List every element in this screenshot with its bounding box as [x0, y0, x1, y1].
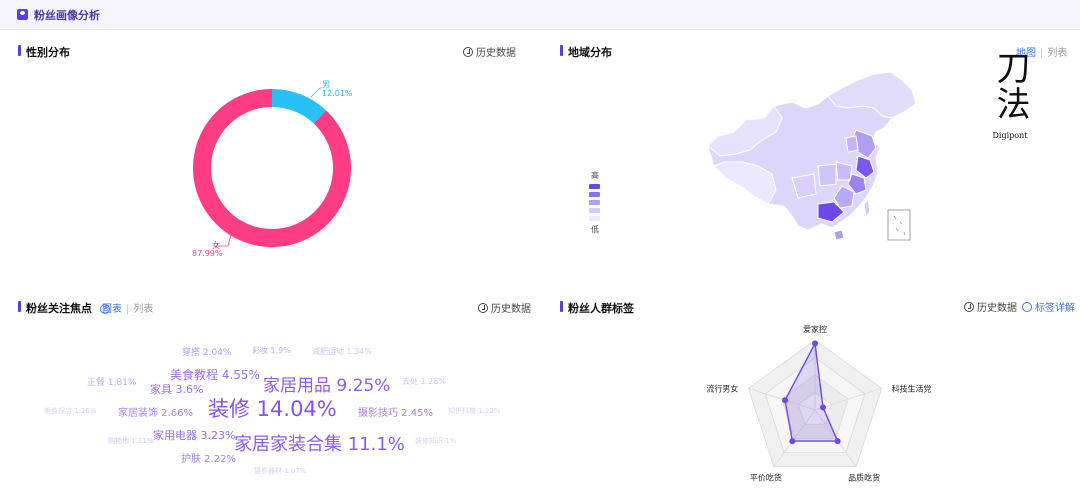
top-bar: 粉丝画像分析	[0, 0, 1080, 30]
word-cloud-item: 减肥运动 1.34%	[312, 347, 372, 356]
radar-chart: 爱家控 科技生活党 品质吃货 平价吃货 流行男女	[706, 324, 932, 483]
radar-data-point[interactable]	[782, 397, 789, 404]
word-cloud-item: 去处 1.26%	[402, 377, 446, 386]
focus-history-button[interactable]: 历史数据	[478, 300, 531, 315]
legend-low-label: 低	[591, 225, 599, 234]
focus-chart-tab[interactable]: 图表	[102, 304, 122, 315]
map-region-hebei	[845, 135, 859, 153]
word-cloud-item: 购物地 1.21%	[108, 437, 154, 445]
word-cloud-item: 彩妆 1.9%	[252, 346, 291, 355]
radar-axis-label: 品质吃货	[848, 473, 880, 483]
donut-slice-male[interactable]	[271, 89, 327, 124]
map-south-sea-islands	[893, 215, 906, 236]
male-percent: 12.01%	[322, 89, 353, 98]
word-cloud-item: 家用电器 3.23%	[153, 429, 236, 442]
gender-history-label: 历史数据	[476, 48, 516, 59]
word-cloud-item: 家居装饰 2.66%	[118, 408, 193, 419]
tag-detail-link[interactable]: 标签详解	[1022, 299, 1075, 314]
watermark-brand: Digipont	[992, 131, 1028, 140]
history-icon	[478, 302, 488, 313]
region-list-tab[interactable]: 列表	[1047, 48, 1067, 59]
china-map	[707, 71, 917, 241]
radar-axis-label: 爱家控	[803, 324, 827, 334]
male-label: 男	[322, 80, 330, 89]
word-cloud-item: 穿搭 2.04%	[182, 348, 232, 358]
map-region-hainan	[833, 229, 845, 241]
history-icon	[964, 301, 974, 312]
legend-high-label: 高	[591, 171, 599, 180]
legend-swatch	[589, 200, 600, 205]
word-cloud-item: 家居家装合集 11.1%	[234, 434, 405, 455]
word-cloud-item: 摄影技巧 2.45%	[358, 408, 433, 419]
legend-swatch	[589, 192, 600, 197]
watermark-chars: 刀法	[990, 50, 1030, 129]
donut-slice-female[interactable]	[193, 89, 351, 247]
female-percent: 87.99%	[192, 249, 223, 258]
focus-list-tab[interactable]: 列表	[133, 304, 153, 315]
focus-title-text: 粉丝关注焦点	[26, 302, 92, 315]
gender-history-button[interactable]: 历史数据	[463, 44, 516, 59]
page-title: 粉丝画像分析	[34, 9, 100, 22]
map-region-hubei	[817, 163, 837, 187]
map-region-taiwan	[863, 198, 871, 218]
radar-axis-label: 科技生活党	[892, 383, 932, 393]
legend-swatch	[589, 184, 600, 189]
word-cloud-item: 摄影器材 1.07%	[254, 467, 307, 475]
tag-detail-label: 标签详解	[1035, 303, 1075, 314]
profile-icon	[17, 9, 28, 20]
history-icon	[463, 46, 473, 57]
legend-swatch	[589, 216, 600, 221]
region-legend: 高 低	[588, 170, 602, 235]
focus-history-label: 历史数据	[491, 304, 531, 315]
word-cloud-item: 装修知识 1%	[415, 437, 457, 445]
legend-swatch	[589, 208, 600, 213]
radar-data-point[interactable]	[834, 438, 841, 445]
gender-donut-chart: 男 12.01% 女 87.99%	[192, 80, 353, 258]
watermark-glyphs: 刀法	[990, 50, 1030, 122]
info-icon	[1022, 301, 1032, 312]
word-cloud-item: 知识科普 1.12%	[448, 407, 501, 415]
focus-section-title: 粉丝关注焦点 ?	[18, 300, 110, 316]
tags-history-button[interactable]: 历史数据	[964, 299, 1017, 314]
word-cloud-item: 家具 3.6%	[150, 383, 204, 396]
word-cloud-item: 美食探店 1.16%	[44, 407, 97, 415]
word-cloud-item: 正餐 1.81%	[87, 378, 137, 388]
region-section-title: 地域分布	[560, 44, 612, 60]
radar-axis-label: 流行男女	[706, 383, 738, 393]
radar-data-point[interactable]	[819, 404, 826, 411]
radar-data-point[interactable]	[812, 340, 818, 347]
focus-view-toggle: 图表 | 列表	[102, 304, 154, 315]
male-label-leader	[310, 87, 322, 98]
digipont-watermark: 刀法 Digipont	[990, 50, 1030, 140]
radar-data-point[interactable]	[789, 438, 796, 445]
radar-axis-label: 平价吃货	[750, 473, 782, 483]
word-cloud-item: 装修 14.04%	[208, 397, 337, 421]
word-cloud-item: 护肤 2.22%	[181, 454, 236, 465]
map-south-sea-inset	[887, 209, 911, 241]
tags-section-title: 粉丝人群标签	[560, 300, 634, 316]
gender-section-title: 性别分布	[18, 44, 70, 60]
tags-history-label: 历史数据	[977, 303, 1017, 314]
